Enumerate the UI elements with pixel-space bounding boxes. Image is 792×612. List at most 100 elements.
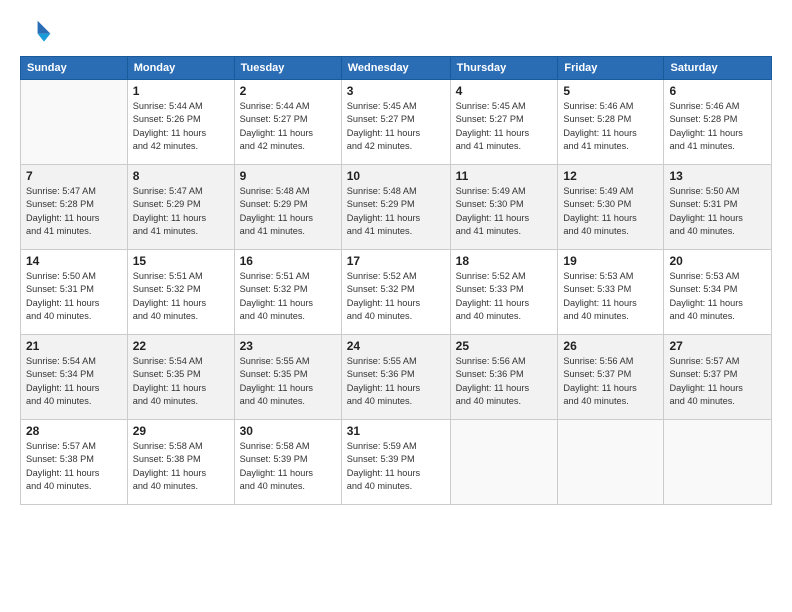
day-cell: 21 Sunrise: 5:54 AMSunset: 5:34 PMDayligh…	[21, 335, 128, 420]
day-number: 10	[347, 169, 445, 183]
day-info: Sunrise: 5:59 AMSunset: 5:39 PMDaylight:…	[347, 440, 445, 493]
day-cell	[450, 420, 558, 505]
day-number: 12	[563, 169, 658, 183]
day-cell: 19Sunrise: 5:53 AMSunset: 5:33 PMDayligh…	[558, 250, 664, 335]
day-number: 7	[26, 169, 122, 183]
day-number: 18	[456, 254, 553, 268]
day-info: Sunrise: 5:57 AMSunset: 5:38 PMDaylight:…	[26, 440, 122, 493]
day-cell: 20 Sunrise: 5:53 AMSunset: 5:34 PMDayligh…	[664, 250, 772, 335]
header	[20, 16, 772, 48]
day-cell: 26 Sunrise: 5:56 AMSunset: 5:37 PMDayligh…	[558, 335, 664, 420]
day-cell: 23 Sunrise: 5:55 AMSunset: 5:35 PMDayligh…	[234, 335, 341, 420]
day-number: 25	[456, 339, 553, 353]
header-cell-wednesday: Wednesday	[341, 57, 450, 80]
day-info: Sunrise: 5:53 AMSunset: 5:34 PMDaylight:…	[669, 270, 766, 323]
day-info: Sunrise: 5:49 AMSunset: 5:30 PMDaylight:…	[563, 185, 658, 238]
day-cell: 25 Sunrise: 5:56 AMSunset: 5:36 PMDayligh…	[450, 335, 558, 420]
day-info: Sunrise: 5:48 AMSunset: 5:29 PMDaylight:…	[240, 185, 336, 238]
header-cell-thursday: Thursday	[450, 57, 558, 80]
day-cell: 24 Sunrise: 5:55 AMSunset: 5:36 PMDayligh…	[341, 335, 450, 420]
day-cell: 18Sunrise: 5:52 AMSunset: 5:33 PMDayligh…	[450, 250, 558, 335]
day-info: Sunrise: 5:47 AMSunset: 5:28 PMDaylight:…	[26, 185, 122, 238]
day-cell: 13 Sunrise: 5:50 AMSunset: 5:31 PMDayligh…	[664, 165, 772, 250]
day-cell: 10 Sunrise: 5:48 AMSunset: 5:29 PMDayligh…	[341, 165, 450, 250]
day-info: Sunrise: 5:56 AMSunset: 5:36 PMDaylight:…	[456, 355, 553, 408]
week-row-5: 28 Sunrise: 5:57 AMSunset: 5:38 PMDayligh…	[21, 420, 772, 505]
day-cell	[664, 420, 772, 505]
header-cell-saturday: Saturday	[664, 57, 772, 80]
day-info: Sunrise: 5:54 AMSunset: 5:35 PMDaylight:…	[133, 355, 229, 408]
day-cell: 3 Sunrise: 5:45 AMSunset: 5:27 PMDaylight…	[341, 80, 450, 165]
day-number: 29	[133, 424, 229, 438]
day-number: 24	[347, 339, 445, 353]
day-number: 5	[563, 84, 658, 98]
day-cell: 1 Sunrise: 5:44 AMSunset: 5:26 PMDaylight…	[127, 80, 234, 165]
day-info: Sunrise: 5:52 AMSunset: 5:32 PMDaylight:…	[347, 270, 445, 323]
day-number: 16	[240, 254, 336, 268]
page: SundayMondayTuesdayWednesdayThursdayFrid…	[0, 0, 792, 612]
calendar-header: SundayMondayTuesdayWednesdayThursdayFrid…	[21, 57, 772, 80]
day-number: 21	[26, 339, 122, 353]
header-row: SundayMondayTuesdayWednesdayThursdayFrid…	[21, 57, 772, 80]
header-cell-sunday: Sunday	[21, 57, 128, 80]
day-info: Sunrise: 5:57 AMSunset: 5:37 PMDaylight:…	[669, 355, 766, 408]
day-info: Sunrise: 5:51 AMSunset: 5:32 PMDaylight:…	[240, 270, 336, 323]
week-row-2: 7 Sunrise: 5:47 AMSunset: 5:28 PMDaylight…	[21, 165, 772, 250]
day-cell: 6Sunrise: 5:46 AMSunset: 5:28 PMDaylight…	[664, 80, 772, 165]
day-info: Sunrise: 5:46 AMSunset: 5:28 PMDaylight:…	[563, 100, 658, 153]
day-info: Sunrise: 5:50 AMSunset: 5:31 PMDaylight:…	[669, 185, 766, 238]
day-number: 11	[456, 169, 553, 183]
day-cell	[558, 420, 664, 505]
day-cell: 30Sunrise: 5:58 AMSunset: 5:39 PMDayligh…	[234, 420, 341, 505]
day-cell: 22 Sunrise: 5:54 AMSunset: 5:35 PMDayligh…	[127, 335, 234, 420]
day-info: Sunrise: 5:54 AMSunset: 5:34 PMDaylight:…	[26, 355, 122, 408]
day-cell: 11 Sunrise: 5:49 AMSunset: 5:30 PMDayligh…	[450, 165, 558, 250]
day-info: Sunrise: 5:45 AMSunset: 5:27 PMDaylight:…	[347, 100, 445, 153]
day-info: Sunrise: 5:51 AMSunset: 5:32 PMDaylight:…	[133, 270, 229, 323]
logo-icon	[20, 16, 52, 48]
day-info: Sunrise: 5:44 AMSunset: 5:27 PMDaylight:…	[240, 100, 336, 153]
day-info: Sunrise: 5:44 AMSunset: 5:26 PMDaylight:…	[133, 100, 229, 153]
day-info: Sunrise: 5:56 AMSunset: 5:37 PMDaylight:…	[563, 355, 658, 408]
day-cell: 14Sunrise: 5:50 AMSunset: 5:31 PMDayligh…	[21, 250, 128, 335]
day-number: 9	[240, 169, 336, 183]
day-number: 28	[26, 424, 122, 438]
day-cell: 2 Sunrise: 5:44 AMSunset: 5:27 PMDaylight…	[234, 80, 341, 165]
day-info: Sunrise: 5:55 AMSunset: 5:35 PMDaylight:…	[240, 355, 336, 408]
week-row-4: 21 Sunrise: 5:54 AMSunset: 5:34 PMDayligh…	[21, 335, 772, 420]
day-number: 1	[133, 84, 229, 98]
day-cell	[21, 80, 128, 165]
week-row-1: 1 Sunrise: 5:44 AMSunset: 5:26 PMDaylight…	[21, 80, 772, 165]
header-cell-tuesday: Tuesday	[234, 57, 341, 80]
day-cell: 15 Sunrise: 5:51 AMSunset: 5:32 PMDayligh…	[127, 250, 234, 335]
day-cell: 5 Sunrise: 5:46 AMSunset: 5:28 PMDaylight…	[558, 80, 664, 165]
calendar-table: SundayMondayTuesdayWednesdayThursdayFrid…	[20, 56, 772, 505]
day-info: Sunrise: 5:55 AMSunset: 5:36 PMDaylight:…	[347, 355, 445, 408]
day-number: 15	[133, 254, 229, 268]
day-info: Sunrise: 5:48 AMSunset: 5:29 PMDaylight:…	[347, 185, 445, 238]
day-number: 13	[669, 169, 766, 183]
day-info: Sunrise: 5:49 AMSunset: 5:30 PMDaylight:…	[456, 185, 553, 238]
day-cell: 17 Sunrise: 5:52 AMSunset: 5:32 PMDayligh…	[341, 250, 450, 335]
day-number: 17	[347, 254, 445, 268]
day-number: 22	[133, 339, 229, 353]
day-cell: 31Sunrise: 5:59 AMSunset: 5:39 PMDayligh…	[341, 420, 450, 505]
header-cell-friday: Friday	[558, 57, 664, 80]
calendar-body: 1 Sunrise: 5:44 AMSunset: 5:26 PMDaylight…	[21, 80, 772, 505]
day-number: 23	[240, 339, 336, 353]
day-info: Sunrise: 5:58 AMSunset: 5:38 PMDaylight:…	[133, 440, 229, 493]
day-number: 26	[563, 339, 658, 353]
header-cell-monday: Monday	[127, 57, 234, 80]
day-info: Sunrise: 5:53 AMSunset: 5:33 PMDaylight:…	[563, 270, 658, 323]
logo	[20, 16, 56, 48]
week-row-3: 14Sunrise: 5:50 AMSunset: 5:31 PMDayligh…	[21, 250, 772, 335]
day-cell: 4Sunrise: 5:45 AMSunset: 5:27 PMDaylight…	[450, 80, 558, 165]
day-cell: 28 Sunrise: 5:57 AMSunset: 5:38 PMDayligh…	[21, 420, 128, 505]
day-number: 3	[347, 84, 445, 98]
day-number: 14	[26, 254, 122, 268]
day-number: 6	[669, 84, 766, 98]
day-number: 2	[240, 84, 336, 98]
day-number: 20	[669, 254, 766, 268]
day-cell: 29 Sunrise: 5:58 AMSunset: 5:38 PMDayligh…	[127, 420, 234, 505]
day-cell: 7 Sunrise: 5:47 AMSunset: 5:28 PMDaylight…	[21, 165, 128, 250]
